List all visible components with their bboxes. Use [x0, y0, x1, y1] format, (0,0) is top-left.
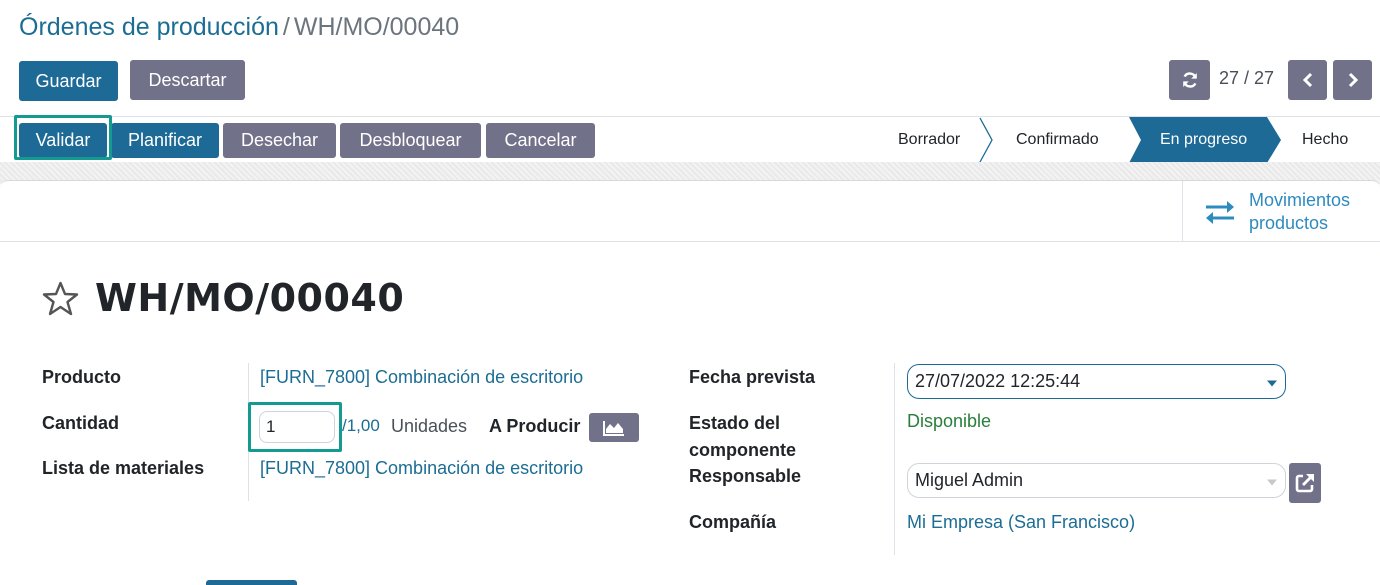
caret-down-icon — [1267, 380, 1277, 386]
chevron-left-icon — [1302, 72, 1312, 88]
cancel-button[interactable]: Cancelar — [486, 123, 595, 158]
quantity-uom: Unidades — [391, 416, 468, 436]
forecast-button[interactable] — [589, 413, 639, 442]
button-box: Movimientos productos — [0, 181, 1380, 242]
product-field[interactable]: [FURN_7800] Combinación de escritorio — [260, 367, 583, 388]
smart-button-label-line1: Movimientos — [1249, 189, 1351, 210]
company-field[interactable]: Mi Empresa (San Francisco) — [907, 512, 1135, 533]
quantity-target: /1,00 — [342, 416, 380, 435]
pager-counter[interactable]: 27 / 27 — [1219, 68, 1274, 89]
stage-in-progress[interactable]: En progreso — [1160, 117, 1247, 163]
chevron-right-icon — [1348, 72, 1358, 88]
breadcrumb-parent-link[interactable]: Órdenes de producción — [19, 13, 279, 41]
breadcrumb-current: WH/MO/00040 — [293, 13, 460, 41]
pager-next-button[interactable] — [1333, 60, 1372, 100]
unlock-button[interactable]: Desbloquear — [340, 123, 481, 158]
save-button[interactable]: Guardar — [19, 61, 118, 101]
bom-label: Lista de materiales — [42, 458, 205, 478]
record-title: WH/MO/00040 — [95, 276, 405, 320]
product-moves-smart-button[interactable]: Movimientos productos — [1182, 181, 1380, 242]
stage-draft[interactable]: Borrador — [898, 117, 960, 163]
statusbar: Validar Planificar Desechar Desbloquear … — [0, 116, 1380, 163]
stage-confirmed[interactable]: Confirmado — [1016, 117, 1099, 163]
component-status-label-2: componente — [689, 440, 797, 460]
exchange-arrows-icon — [1206, 200, 1234, 224]
component-status-value: Disponible — [907, 411, 992, 431]
external-link-icon — [1295, 474, 1314, 493]
responsible-open-button[interactable] — [1289, 463, 1321, 503]
responsible-label: Responsable — [689, 466, 802, 486]
notebook-tab-button[interactable] — [206, 580, 297, 585]
component-status-label-1: Estado del — [689, 413, 781, 433]
left-column-divider — [248, 363, 249, 501]
smart-button-label-line2: productos — [1249, 212, 1329, 233]
breadcrumb-separator: / — [282, 13, 290, 41]
company-label: Compañía — [689, 512, 777, 532]
stage-pipeline: Borrador Confirmado En progreso Hecho — [880, 117, 1380, 163]
responsible-value: Miguel Admin — [915, 470, 1024, 490]
to-produce-label: A Producir — [489, 416, 581, 436]
refresh-icon — [1182, 72, 1197, 88]
right-column-divider — [894, 363, 895, 555]
scheduled-date-input[interactable]: 27/07/2022 12:25:44 — [907, 364, 1286, 399]
discard-button[interactable]: Descartar — [130, 60, 245, 100]
responsible-select[interactable]: Miguel Admin — [907, 463, 1286, 498]
scrap-button[interactable]: Desechar — [223, 123, 336, 158]
quantity-input[interactable]: 1 — [259, 411, 335, 443]
caret-down-icon — [1267, 479, 1277, 485]
scheduled-date-value: 27/07/2022 12:25:44 — [915, 371, 1081, 391]
stage-done[interactable]: Hecho — [1302, 117, 1348, 163]
refresh-button[interactable] — [1169, 60, 1210, 100]
plan-button[interactable]: Planificar — [111, 123, 219, 158]
area-chart-icon — [603, 420, 624, 436]
breadcrumb: Órdenes de producción / WH/MO/00040 — [19, 13, 459, 42]
date-label: Fecha prevista — [689, 367, 816, 387]
bom-field[interactable]: [FURN_7800] Combinación de escritorio — [260, 458, 583, 479]
product-label: Producto — [42, 367, 121, 387]
validate-button[interactable]: Validar — [19, 123, 107, 158]
quantity-label: Cantidad — [42, 413, 120, 433]
record-title-row: WH/MO/00040 — [42, 276, 404, 320]
pager-previous-button[interactable] — [1288, 60, 1327, 100]
star-outline-icon[interactable] — [42, 281, 79, 316]
